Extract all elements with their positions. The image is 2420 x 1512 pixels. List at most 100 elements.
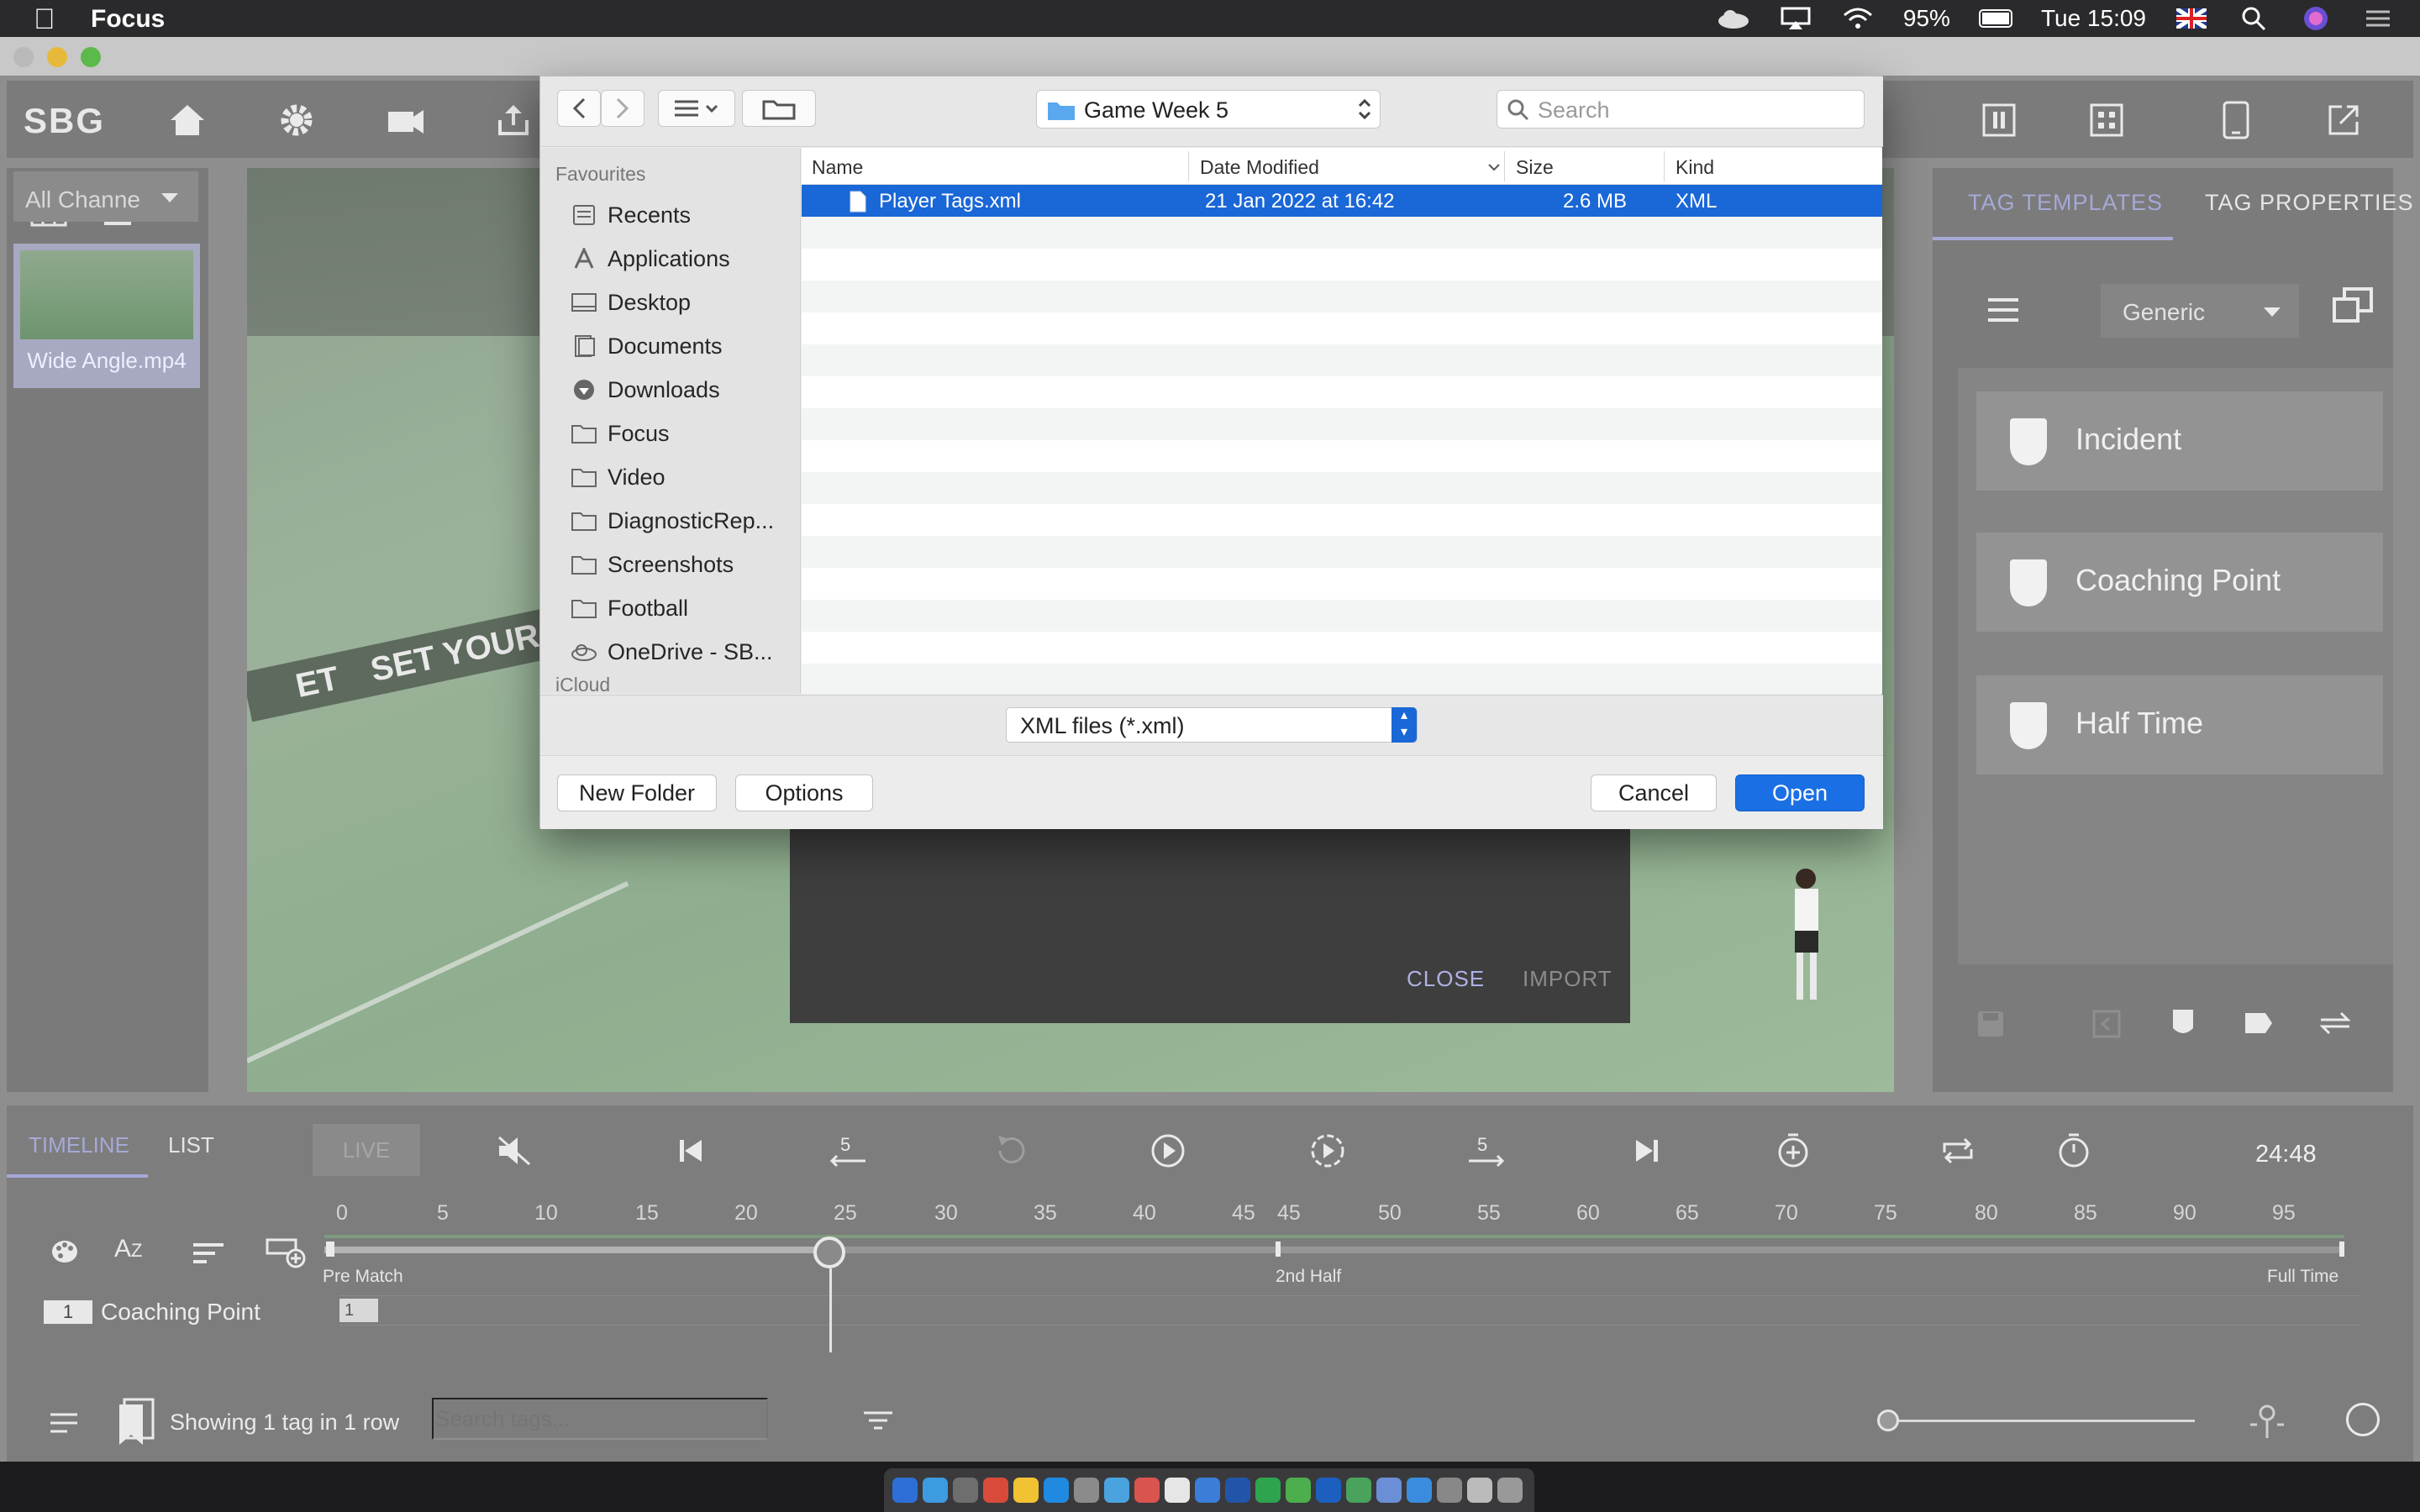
skip-to-end-icon[interactable]: [1627, 1131, 1667, 1171]
add-timer-icon[interactable]: [1773, 1131, 1813, 1171]
row-name[interactable]: Coaching Point: [101, 1299, 260, 1326]
notification-center-icon[interactable]: [2361, 7, 2395, 30]
new-folder-toolbar-button[interactable]: [742, 90, 816, 127]
sidebar-item-video[interactable]: Video: [571, 460, 797, 494]
pause-layout-icon[interactable]: [1978, 99, 2020, 141]
label-tag-icon[interactable]: [2244, 1011, 2274, 1039]
swap-icon[interactable]: [2319, 1010, 2351, 1041]
sidebar-item-documents[interactable]: Documents: [571, 329, 797, 363]
record-indicator-icon[interactable]: [2346, 1403, 2380, 1436]
import-icon[interactable]: [2092, 1010, 2121, 1042]
column-size[interactable]: Size: [1516, 156, 1554, 179]
dock-app-icon[interactable]: [953, 1478, 978, 1503]
sidebar-item-desktop[interactable]: Desktop: [571, 286, 797, 319]
dock-app-icon[interactable]: [1225, 1478, 1250, 1503]
live-button[interactable]: LIVE: [313, 1124, 420, 1176]
finder-search-field[interactable]: Search: [1497, 90, 1865, 129]
dock-app-icon[interactable]: [892, 1478, 918, 1503]
tab-list[interactable]: LIST: [168, 1132, 214, 1158]
siri-icon[interactable]: [2299, 7, 2333, 30]
dock-app-icon[interactable]: [1316, 1478, 1341, 1503]
tag-template-half-time[interactable]: Half Time: [1976, 675, 2383, 774]
forward-5-icon[interactable]: 5: [1465, 1131, 1506, 1171]
zoom-fit-icon[interactable]: [2247, 1399, 2287, 1444]
dock-app-icon[interactable]: [1013, 1478, 1039, 1503]
app-menu-name[interactable]: Focus: [91, 5, 165, 34]
tag-shield-small-icon[interactable]: [2171, 1008, 2195, 1042]
camera-icon[interactable]: [385, 99, 427, 141]
windows-view-icon[interactable]: [2333, 287, 2373, 328]
dock-app-icon[interactable]: [1044, 1478, 1069, 1503]
pre-match-marker[interactable]: [326, 1242, 334, 1257]
tab-tag-templates[interactable]: TAG TEMPLATES: [1968, 190, 2163, 216]
bookmark-stack-icon[interactable]: [116, 1398, 156, 1451]
play-icon[interactable]: [1148, 1131, 1188, 1171]
sort-lines-icon[interactable]: [192, 1242, 225, 1271]
dock-app-icon[interactable]: [1346, 1478, 1371, 1503]
hamburger-menu-icon[interactable]: [1986, 297, 2020, 327]
add-row-icon[interactable]: [266, 1236, 306, 1274]
column-date-modified[interactable]: Date Modified: [1200, 156, 1319, 179]
tab-timeline[interactable]: TIMELINE: [29, 1132, 129, 1158]
dock-app-icon[interactable]: [923, 1478, 948, 1503]
sidebar-item-diagnosticrep[interactable]: DiagnosticRep...: [571, 504, 797, 538]
column-name[interactable]: Name: [812, 156, 863, 179]
cancel-button[interactable]: Cancel: [1591, 774, 1717, 811]
wifi-icon[interactable]: [1841, 7, 1875, 30]
uk-flag-icon[interactable]: [2175, 7, 2208, 30]
file-row-selected[interactable]: Player Tags.xml 21 Jan 2022 at 16:42 2.6…: [802, 185, 1882, 217]
tag-template-coaching-point[interactable]: Coaching Point: [1976, 533, 2383, 632]
sidebar-item-onedrive-sb[interactable]: OneDrive - SB...: [571, 635, 797, 669]
folder-path-popup[interactable]: Game Week 5: [1036, 90, 1381, 129]
dock-app-icon[interactable]: [1195, 1478, 1220, 1503]
options-button[interactable]: Options: [735, 774, 873, 811]
home-icon[interactable]: [166, 99, 208, 141]
filter-icon[interactable]: [862, 1410, 894, 1437]
open-button[interactable]: Open: [1735, 774, 1865, 811]
import-button[interactable]: IMPORT: [1523, 966, 1612, 992]
channel-select[interactable]: All Channe: [13, 171, 198, 222]
dock-app-icon[interactable]: [1165, 1478, 1190, 1503]
loop-icon[interactable]: [1938, 1131, 1978, 1171]
gear-icon[interactable]: [276, 99, 318, 141]
dock-app-icon[interactable]: [1074, 1478, 1099, 1503]
back-button[interactable]: [557, 90, 601, 127]
slow-play-icon[interactable]: [1307, 1131, 1348, 1171]
sidebar-item-applications[interactable]: Applications: [571, 242, 797, 276]
sidebar-item-downloads[interactable]: Downloads: [571, 373, 797, 407]
sort-az-icon[interactable]: AZ: [114, 1235, 142, 1263]
dock-app-icon[interactable]: [983, 1478, 1008, 1503]
save-icon[interactable]: [1976, 1010, 2005, 1042]
search-tags-input[interactable]: [432, 1398, 768, 1440]
list-collapse-icon[interactable]: [49, 1411, 79, 1439]
grid-layout-icon[interactable]: [2086, 99, 2128, 141]
tab-tag-properties[interactable]: TAG PROPERTIES: [2205, 190, 2414, 216]
tag-instance[interactable]: 1: [339, 1299, 378, 1322]
dock-app-icon[interactable]: [1376, 1478, 1402, 1503]
file-type-popup[interactable]: XML files (*.xml) ▴ ▾: [1006, 707, 1418, 743]
zoom-slider-knob[interactable]: [1877, 1410, 1899, 1431]
window-zoom-button[interactable]: [81, 47, 101, 67]
forward-button[interactable]: [601, 90, 644, 127]
external-link-icon[interactable]: [2323, 99, 2365, 141]
timeline-scrubber[interactable]: [813, 1236, 845, 1268]
sidebar-item-screenshots[interactable]: Screenshots: [571, 548, 797, 581]
spotlight-search-icon[interactable]: [2237, 7, 2270, 31]
channel-thumbnail[interactable]: Wide Angle.mp4: [13, 244, 200, 388]
clock[interactable]: Tue 15:09: [2041, 5, 2146, 32]
mute-icon[interactable]: [494, 1131, 534, 1171]
window-minimize-button[interactable]: [47, 47, 67, 67]
rewind-5-icon[interactable]: 5: [829, 1131, 869, 1171]
dock-app-icon[interactable]: [1497, 1478, 1523, 1503]
dock-app-icon[interactable]: [1104, 1478, 1129, 1503]
tag-row-track[interactable]: [339, 1295, 2361, 1326]
apple-menu-icon[interactable]: : [34, 3, 55, 36]
close-button[interactable]: CLOSE: [1407, 966, 1485, 992]
sidebar-item-focus[interactable]: Focus: [571, 417, 797, 450]
tag-template-incident[interactable]: Incident: [1976, 391, 2383, 491]
skip-to-start-icon[interactable]: [671, 1131, 711, 1171]
stopwatch-icon[interactable]: [2054, 1131, 2094, 1171]
sidebar-item-football[interactable]: Football: [571, 591, 797, 625]
dock-app-icon[interactable]: [1286, 1478, 1311, 1503]
view-mode-button[interactable]: [658, 90, 735, 127]
